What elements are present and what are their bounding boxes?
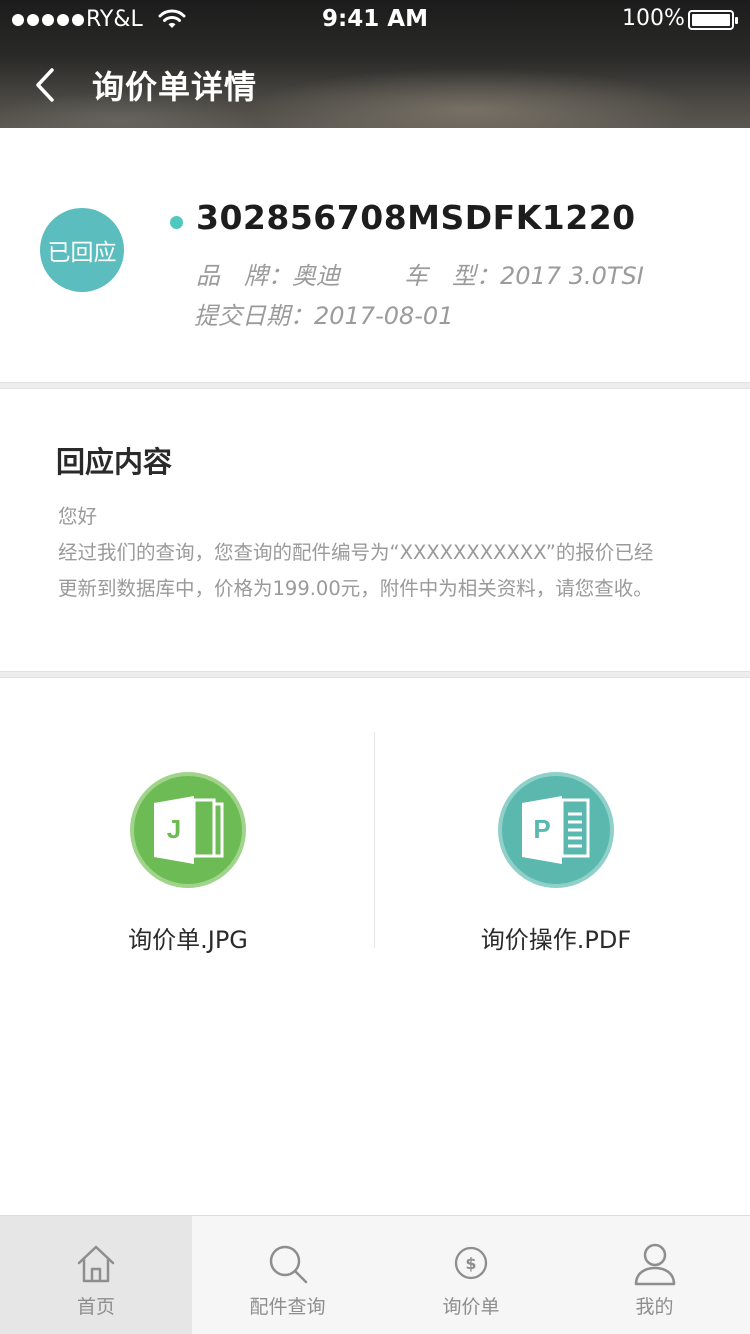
attachment-label: 询价单.JPG	[128, 926, 248, 954]
status-dot	[170, 216, 183, 229]
header: RY&L 9:41 AM 100% 询价单详情	[0, 0, 750, 128]
model-text: 车 型：2017 3.0TSI	[404, 262, 644, 290]
inquiry-info-card: 已回应 302856708MSDFK1220 品 牌：奥迪 车 型：2017 3…	[0, 128, 750, 382]
attachment-separator	[374, 732, 375, 948]
tab-label: 配件查询	[249, 1296, 326, 1318]
reply-line: 经过我们的查询，您查询的配件编号为“XXXXXXXXXXX”的报价已经	[58, 541, 654, 564]
status-badge: 已回应	[40, 208, 124, 292]
search-icon	[269, 1245, 307, 1284]
page-title: 询价单详情	[92, 68, 258, 106]
inquiry-number: 302856708MSDFK1220	[196, 198, 636, 237]
user-icon	[634, 1243, 675, 1286]
reply-line: 更新到数据库中，价格为199.00元，附件中为相关资料，请您查收。	[58, 577, 653, 600]
pdf-file-icon: P	[498, 772, 614, 888]
tab-home[interactable]: 首页	[0, 1216, 192, 1334]
chevron-left-icon	[36, 68, 54, 102]
status-bar: RY&L 9:41 AM 100%	[0, 0, 750, 40]
tab-inquiry[interactable]: $ 询价单	[383, 1216, 559, 1334]
reply-body: 您好 经过我们的查询，您查询的配件编号为“XXXXXXXXXXX”的报价已经 更…	[58, 499, 718, 607]
brand-text: 品 牌：奥迪	[196, 262, 340, 290]
tab-label: 询价单	[442, 1296, 500, 1318]
section-divider	[0, 671, 750, 678]
tab-label: 首页	[76, 1296, 115, 1318]
tab-parts-search[interactable]: 配件查询	[192, 1216, 383, 1334]
tab-mine[interactable]: 我的	[559, 1216, 750, 1334]
reply-line: 您好	[58, 505, 98, 528]
tab-bar: 首页 配件查询 $ 询价单 我的	[0, 1215, 750, 1334]
submit-date-text: 提交日期：2017-08-01	[194, 302, 454, 330]
battery-icon	[688, 10, 738, 30]
reply-title: 回应内容	[56, 445, 173, 479]
dollar-circle-icon: $	[454, 1246, 488, 1280]
tab-label: 我的	[635, 1296, 674, 1318]
jpg-file-icon: J	[130, 772, 246, 888]
reply-section: 回应内容 您好 经过我们的查询，您查询的配件编号为“XXXXXXXXXXX”的报…	[0, 389, 750, 671]
svg-text:$: $	[465, 1254, 476, 1273]
back-button[interactable]	[24, 60, 68, 110]
attachment-pdf[interactable]: P 询价操作.PDF	[406, 770, 706, 955]
attachment-label: 询价操作.PDF	[480, 926, 632, 954]
attachment-jpg[interactable]: J 询价单.JPG	[38, 770, 338, 955]
svg-text:J: J	[167, 814, 181, 844]
svg-text:P: P	[533, 814, 550, 844]
battery-percent: 100%	[622, 6, 685, 31]
attachments-section: J 询价单.JPG P 询价操作.PDF	[0, 678, 750, 1215]
section-divider	[0, 382, 750, 389]
home-icon	[77, 1245, 115, 1283]
